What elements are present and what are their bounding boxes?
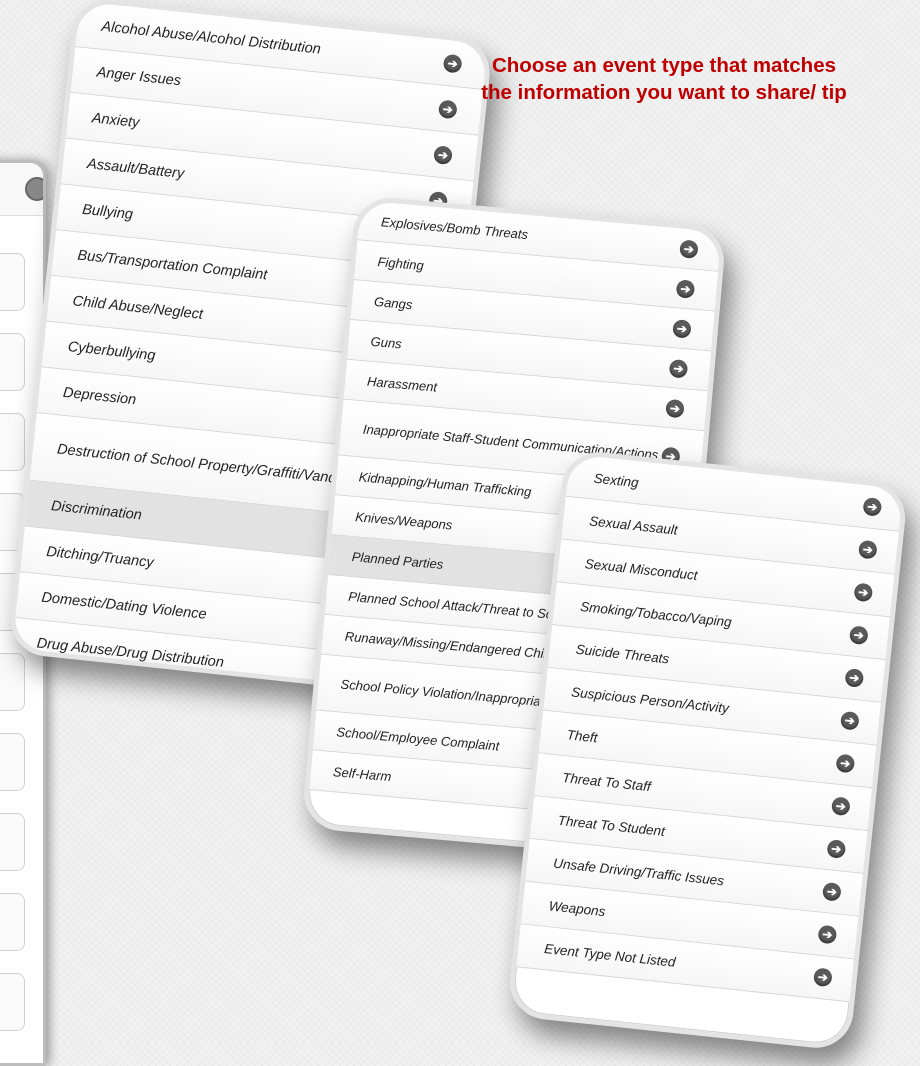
partial-list-row[interactable] bbox=[0, 733, 25, 791]
home-button-icon[interactable] bbox=[25, 177, 43, 201]
partial-list-row[interactable] bbox=[0, 973, 25, 1031]
partial-list-row[interactable] bbox=[0, 413, 25, 471]
partial-list-row[interactable] bbox=[0, 333, 25, 391]
event-type-list-s-z: Sexting ➔ Sexual Assault ➔ Sexual Misconduct… bbox=[516, 454, 904, 1003]
instruction-text: Choose an event type that matches the in… bbox=[481, 54, 847, 104]
partial-list-row[interactable] bbox=[0, 893, 25, 951]
phone-event-list-3: Sexting ➔ Sexual Assault ➔ Sexual Misconduct… bbox=[506, 448, 909, 1052]
partial-list-row[interactable] bbox=[0, 653, 25, 711]
partial-list-row[interactable] bbox=[0, 813, 25, 871]
partial-list-row[interactable] bbox=[0, 253, 25, 311]
